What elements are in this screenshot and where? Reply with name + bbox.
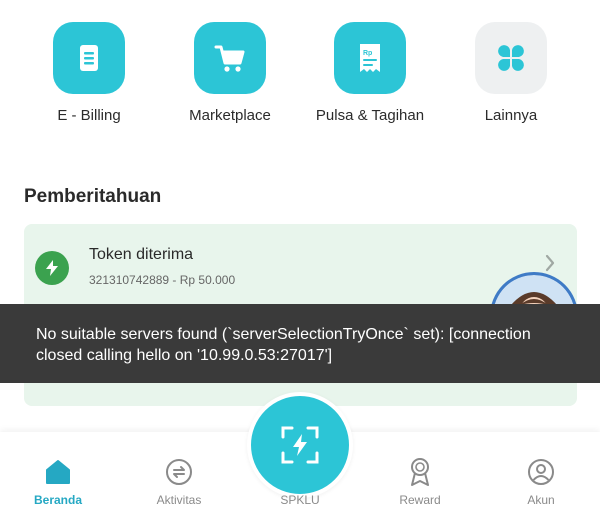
nav-label-spklu: SPKLU (280, 493, 320, 507)
nav-label: Akun (527, 493, 555, 507)
menu-item-pulsa-tagihan[interactable]: Rp Pulsa & Tagihan (300, 22, 440, 124)
medal-icon (406, 458, 434, 486)
menu-item-lainnya[interactable]: Lainnya (441, 22, 581, 124)
nav-label: Beranda (33, 493, 83, 507)
menu-label: Lainnya (484, 107, 538, 124)
menu-item-marketplace[interactable]: Marketplace (160, 22, 300, 124)
document-icon (53, 22, 125, 94)
menu-label: Marketplace (189, 107, 271, 124)
shopping-cart-icon (194, 22, 266, 94)
nav-item-akun[interactable]: Akun (491, 432, 591, 514)
user-icon (527, 458, 555, 486)
notification-subtitle: 321310742889 - Rp 50.000 (89, 273, 236, 287)
nav-label: Aktivitas (156, 493, 202, 507)
ev-charge-icon (281, 426, 319, 464)
quick-menu: E - Billing Marketplace Rp Pulsa & Tagih… (0, 22, 600, 132)
home-icon (44, 458, 72, 486)
menu-item-e-billing[interactable]: E - Billing (19, 22, 159, 124)
receipt-icon: Rp (334, 22, 406, 94)
nav-item-reward[interactable]: Reward (370, 432, 470, 514)
menu-label: Pulsa & Tagihan (315, 107, 425, 124)
svg-text:Rp: Rp (363, 50, 372, 57)
nav-item-aktivitas[interactable]: Aktivitas (129, 432, 229, 514)
lightning-icon (35, 251, 69, 285)
grid-icon (475, 22, 547, 94)
notification-title: Token diterima (89, 246, 194, 263)
menu-label: E - Billing (57, 107, 121, 124)
section-title-notifications: Pemberitahuan (24, 186, 162, 207)
spklu-button[interactable] (247, 392, 353, 498)
refresh-icon (165, 458, 193, 486)
nav-item-beranda[interactable]: Beranda (8, 432, 108, 514)
error-toast: No suitable servers found (`serverSelect… (0, 304, 600, 383)
nav-label: Reward (399, 493, 441, 507)
